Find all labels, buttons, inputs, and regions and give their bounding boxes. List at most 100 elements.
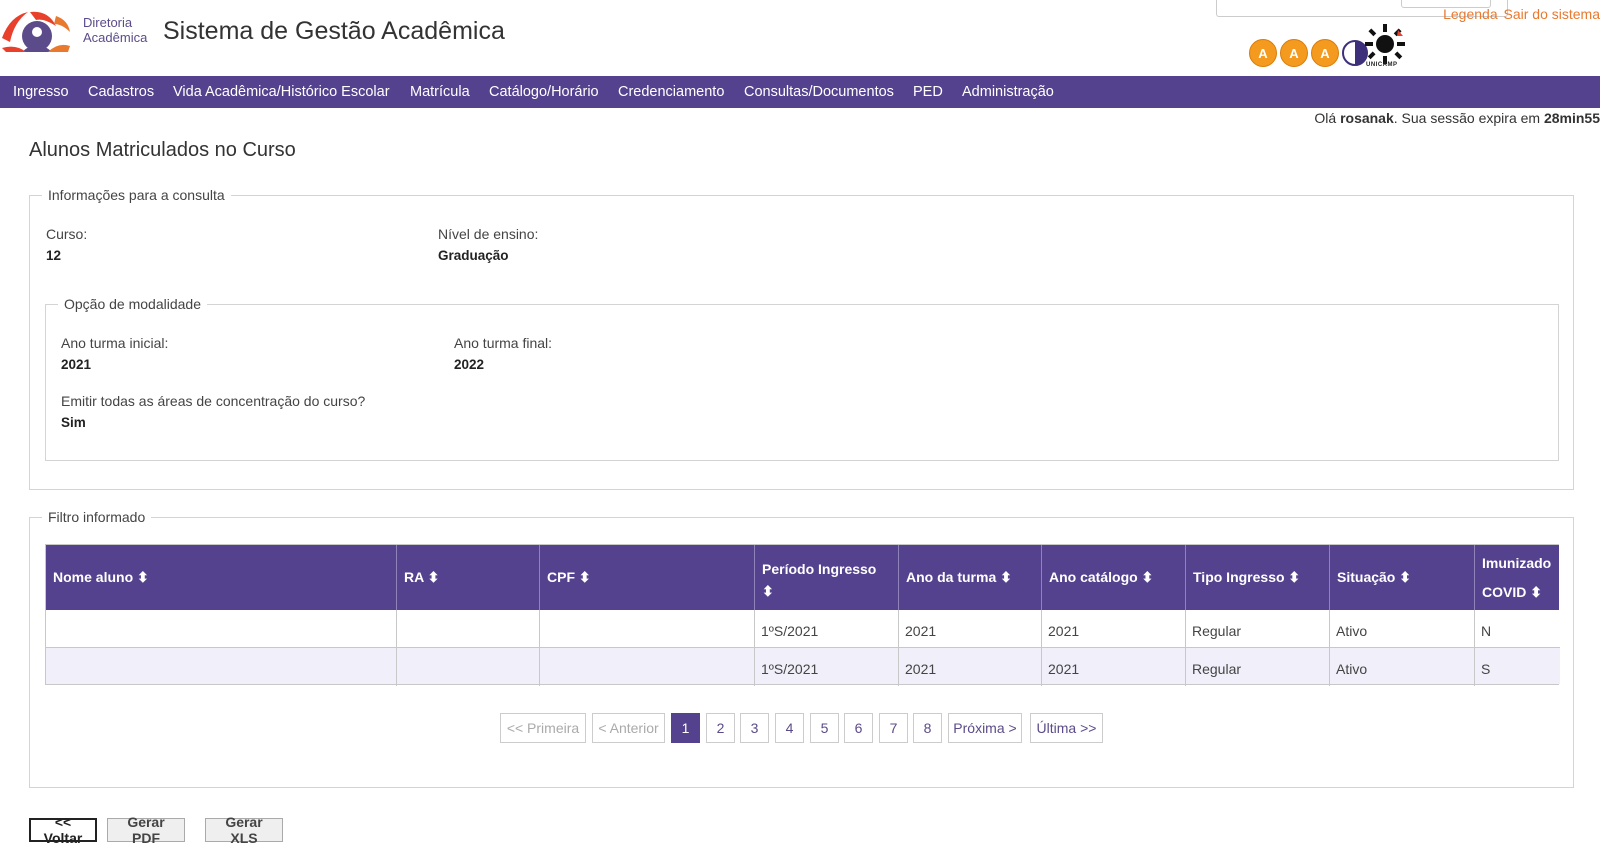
pager-page-6[interactable]: 6 bbox=[844, 713, 873, 743]
pager-page-8[interactable]: 8 bbox=[913, 713, 942, 743]
session-expiry-value: 28min55 bbox=[1543, 110, 1600, 126]
pager-last[interactable]: Última >> bbox=[1030, 713, 1103, 743]
th-label-line2: COVID ⬍ bbox=[1482, 584, 1542, 600]
generate-pdf-button[interactable]: Gerar PDF bbox=[107, 814, 185, 846]
font-default-button[interactable]: A bbox=[1280, 39, 1308, 67]
th-label: Nome aluno ⬍ bbox=[53, 569, 149, 585]
cell-cpf bbox=[540, 610, 755, 648]
nav-cadastros[interactable]: Cadastros bbox=[88, 84, 154, 100]
app-title: Sistema de Gestão Acadêmica bbox=[163, 17, 505, 45]
nav-administracao[interactable]: Administração bbox=[962, 84, 1054, 100]
th-label: Ano da turma ⬍ bbox=[906, 569, 1012, 585]
main-navbar: Ingresso Cadastros Vida Acadêmica/Histór… bbox=[0, 76, 1600, 108]
ano-final-label: Ano turma final: bbox=[454, 335, 553, 351]
nav-credenciamento[interactable]: Credenciamento bbox=[618, 84, 724, 100]
accessibility-controls: A A A bbox=[1249, 38, 1368, 68]
ano-inicial-label: Ano turma inicial: bbox=[61, 335, 169, 351]
modalidade-legend: Opção de modalidade bbox=[58, 296, 207, 312]
cell-ano-turma: 2021 bbox=[899, 648, 1042, 686]
pager-page-5[interactable]: 5 bbox=[810, 713, 839, 743]
nav-consultas-documentos[interactable]: Consultas/Documentos bbox=[744, 84, 894, 100]
pager-next[interactable]: Próxima > bbox=[948, 713, 1022, 743]
th-ano-turma[interactable]: Ano da turma ⬍ bbox=[899, 545, 1042, 610]
query-info-fieldset: Informações para a consulta Curso: 12 Ní… bbox=[29, 187, 1574, 490]
th-label: Ano catálogo ⬍ bbox=[1049, 569, 1154, 585]
nivel-label: Nível de ensino: bbox=[438, 226, 539, 242]
students-table: Nome aluno ⬍ RA ⬍ CPF ⬍ Período Ingresso… bbox=[45, 544, 1560, 686]
pager-first[interactable]: << Primeira bbox=[500, 713, 586, 743]
sort-icon: ⬍ bbox=[762, 583, 774, 599]
th-label: Tipo Ingresso ⬍ bbox=[1193, 569, 1301, 585]
cell-ra bbox=[397, 610, 540, 648]
th-label: Período Ingresso bbox=[762, 561, 877, 577]
pager-prev[interactable]: < Anterior bbox=[592, 713, 665, 743]
back-button[interactable]: << Voltar bbox=[29, 814, 97, 846]
directorate-line1: Diretoria bbox=[83, 15, 133, 30]
pager-page-3[interactable]: 3 bbox=[740, 713, 769, 743]
pager-page-1[interactable]: 1 bbox=[671, 713, 700, 743]
nav-catalogo-horario[interactable]: Catálogo/Horário bbox=[489, 84, 599, 100]
pager-page-4[interactable]: 4 bbox=[775, 713, 804, 743]
query-info-legend: Informações para a consulta bbox=[42, 187, 231, 203]
table-row: 1ºS/2021 2021 2021 Regular Ativo N bbox=[46, 610, 1560, 648]
logout-link[interactable]: Sair do sistema bbox=[1504, 6, 1600, 22]
ano-final-value: 2022 bbox=[454, 357, 485, 372]
cell-nome bbox=[46, 610, 397, 648]
cell-periodo: 1ºS/2021 bbox=[755, 648, 899, 686]
nav-matricula[interactable]: Matrícula bbox=[410, 84, 470, 100]
th-tipo-ingresso[interactable]: Tipo Ingresso ⬍ bbox=[1186, 545, 1330, 610]
th-label: Situação ⬍ bbox=[1337, 569, 1411, 585]
nav-vida-academica[interactable]: Vida Acadêmica/Histórico Escolar bbox=[173, 84, 390, 100]
ano-inicial-value: 2021 bbox=[61, 357, 92, 372]
th-label: Imunizado bbox=[1482, 555, 1552, 571]
table-row: 1ºS/2021 2021 2021 Regular Ativo S bbox=[46, 648, 1560, 686]
header: Diretoria Acadêmica Sistema de Gestão Ac… bbox=[0, 0, 1600, 76]
cell-situacao: Ativo bbox=[1330, 648, 1475, 686]
session-expiry-text: . Sua sessão expira em bbox=[1393, 110, 1541, 126]
th-cpf[interactable]: CPF ⬍ bbox=[540, 545, 755, 610]
th-situacao[interactable]: Situação ⬍ bbox=[1330, 545, 1475, 610]
th-label: CPF ⬍ bbox=[547, 569, 591, 585]
th-periodo-ingresso[interactable]: Período Ingresso ⬍ bbox=[755, 545, 899, 610]
legend-link[interactable]: Legenda bbox=[1443, 6, 1498, 22]
cell-ano-turma: 2021 bbox=[899, 610, 1042, 648]
modalidade-fieldset: Opção de modalidade Ano turma inicial: 2… bbox=[45, 296, 1559, 461]
user-name: rosanak bbox=[1340, 110, 1394, 126]
th-imunizado-covid[interactable]: Imunizado COVID ⬍ bbox=[1475, 545, 1559, 610]
top-links: Legenda Sair do sistema bbox=[1443, 6, 1600, 22]
cell-tipo: Regular bbox=[1186, 610, 1330, 648]
page-title: Alunos Matriculados no Curso bbox=[29, 139, 296, 161]
generate-xls-button[interactable]: Gerar XLS bbox=[205, 814, 283, 846]
cell-ano-catalogo: 2021 bbox=[1042, 610, 1186, 648]
dac-logo-icon bbox=[2, 11, 70, 52]
nav-ped[interactable]: PED bbox=[913, 84, 943, 100]
directorate-label: Diretoria Acadêmica bbox=[83, 15, 147, 45]
unicamp-label: UNICAMP bbox=[1366, 62, 1398, 68]
areas-label: Emitir todas as áreas de concentração do… bbox=[61, 393, 366, 409]
th-ra[interactable]: RA ⬍ bbox=[397, 545, 540, 610]
cell-ra bbox=[397, 648, 540, 686]
nav-ingresso[interactable]: Ingresso bbox=[13, 84, 69, 100]
font-increase-button[interactable]: A bbox=[1311, 39, 1339, 67]
greeting-text: Olá bbox=[1314, 110, 1337, 126]
cell-situacao: Ativo bbox=[1330, 610, 1475, 648]
curso-label: Curso: bbox=[46, 226, 88, 242]
pager-page-7[interactable]: 7 bbox=[879, 713, 908, 743]
session-info: Olá rosanak. Sua sessão expira em 28min5… bbox=[1314, 110, 1600, 126]
th-nome-aluno[interactable]: Nome aluno ⬍ bbox=[46, 545, 397, 610]
cell-periodo: 1ºS/2021 bbox=[755, 610, 899, 648]
th-label: RA ⬍ bbox=[404, 569, 440, 585]
font-decrease-button[interactable]: A bbox=[1249, 39, 1277, 67]
cell-imunizado: N bbox=[1481, 623, 1492, 639]
cell-imunizado: S bbox=[1481, 661, 1491, 677]
cell-nome bbox=[46, 648, 397, 686]
filter-legend: Filtro informado bbox=[42, 509, 152, 525]
cell-cpf bbox=[540, 648, 755, 686]
cell-tipo: Regular bbox=[1186, 648, 1330, 686]
pager-page-2[interactable]: 2 bbox=[706, 713, 735, 743]
directorate-line2: Acadêmica bbox=[83, 30, 148, 45]
areas-value: Sim bbox=[61, 415, 86, 430]
curso-value: 12 bbox=[46, 248, 62, 263]
th-ano-catalogo[interactable]: Ano catálogo ⬍ bbox=[1042, 545, 1186, 610]
cell-ano-catalogo: 2021 bbox=[1042, 648, 1186, 686]
